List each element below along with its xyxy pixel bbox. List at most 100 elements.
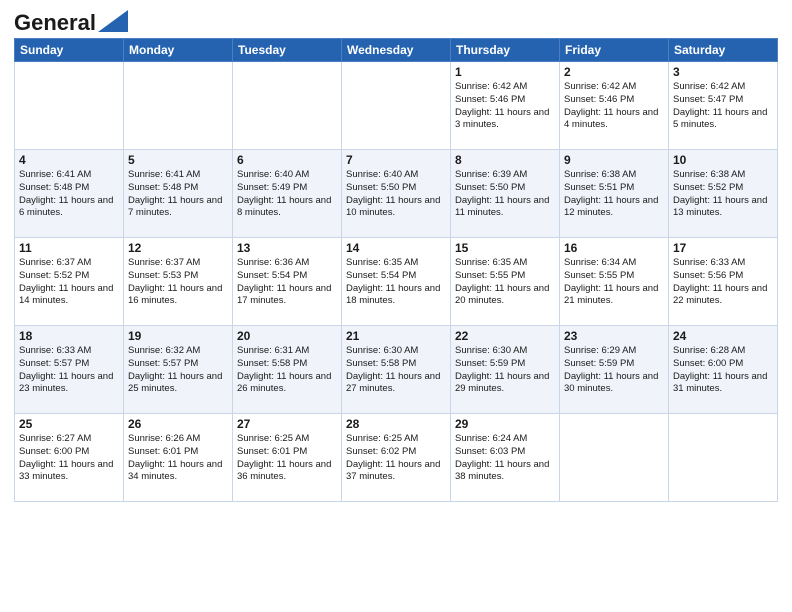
day-info: Sunrise: 6:38 AMSunset: 5:52 PMDaylight:… [673,169,773,220]
day-info: Sunrise: 6:27 AMSunset: 6:00 PMDaylight:… [19,433,119,484]
calendar-week-4: 18 Sunrise: 6:33 AMSunset: 5:57 PMDayligh… [15,326,778,414]
calendar-cell: 25 Sunrise: 6:27 AMSunset: 6:00 PMDayligh… [15,414,124,502]
day-number: 16 [564,241,664,255]
calendar-cell [669,414,778,502]
calendar-cell [15,62,124,150]
day-number: 26 [128,417,228,431]
calendar-cell: 14 Sunrise: 6:35 AMSunset: 5:54 PMDayligh… [342,238,451,326]
day-info: Sunrise: 6:30 AMSunset: 5:58 PMDaylight:… [346,345,446,396]
day-number: 9 [564,153,664,167]
day-number: 14 [346,241,446,255]
col-header-thursday: Thursday [451,39,560,62]
day-number: 8 [455,153,555,167]
day-info: Sunrise: 6:36 AMSunset: 5:54 PMDaylight:… [237,257,337,308]
calendar-week-3: 11Sunrise: 6:37 AMSunset: 5:52 PMDayligh… [15,238,778,326]
day-number: 4 [19,153,119,167]
calendar-week-2: 4 Sunrise: 6:41 AMSunset: 5:48 PMDaylight… [15,150,778,238]
day-info: Sunrise: 6:34 AMSunset: 5:55 PMDaylight:… [564,257,664,308]
calendar-cell: 23Sunrise: 6:29 AMSunset: 5:59 PMDayligh… [560,326,669,414]
calendar-cell: 11Sunrise: 6:37 AMSunset: 5:52 PMDayligh… [15,238,124,326]
day-number: 7 [346,153,446,167]
calendar-cell [560,414,669,502]
calendar-cell: 10 Sunrise: 6:38 AMSunset: 5:52 PMDayligh… [669,150,778,238]
calendar-cell: 21 Sunrise: 6:30 AMSunset: 5:58 PMDayligh… [342,326,451,414]
day-number: 5 [128,153,228,167]
day-number: 19 [128,329,228,343]
calendar-cell: 20 Sunrise: 6:31 AMSunset: 5:58 PMDayligh… [233,326,342,414]
calendar-cell: 2 Sunrise: 6:42 AMSunset: 5:46 PMDaylight… [560,62,669,150]
col-header-sunday: Sunday [15,39,124,62]
calendar-cell: 4 Sunrise: 6:41 AMSunset: 5:48 PMDaylight… [15,150,124,238]
day-number: 2 [564,65,664,79]
day-info: Sunrise: 6:41 AMSunset: 5:48 PMDaylight:… [19,169,119,220]
logo-icon [98,10,128,32]
day-number: 25 [19,417,119,431]
day-number: 6 [237,153,337,167]
calendar-cell: 6 Sunrise: 6:40 AMSunset: 5:49 PMDaylight… [233,150,342,238]
calendar-cell: 22 Sunrise: 6:30 AMSunset: 5:59 PMDayligh… [451,326,560,414]
calendar-cell: 26 Sunrise: 6:26 AMSunset: 6:01 PMDayligh… [124,414,233,502]
logo-general: General [14,10,96,36]
col-header-friday: Friday [560,39,669,62]
day-number: 12 [128,241,228,255]
day-info: Sunrise: 6:32 AMSunset: 5:57 PMDaylight:… [128,345,228,396]
day-info: Sunrise: 6:29 AMSunset: 5:59 PMDaylight:… [564,345,664,396]
day-info: Sunrise: 6:33 AMSunset: 5:57 PMDaylight:… [19,345,119,396]
day-number: 13 [237,241,337,255]
calendar-cell [124,62,233,150]
calendar-cell: 16 Sunrise: 6:34 AMSunset: 5:55 PMDayligh… [560,238,669,326]
day-info: Sunrise: 6:26 AMSunset: 6:01 PMDaylight:… [128,433,228,484]
day-number: 10 [673,153,773,167]
day-info: Sunrise: 6:24 AMSunset: 6:03 PMDaylight:… [455,433,555,484]
day-info: Sunrise: 6:25 AMSunset: 6:01 PMDaylight:… [237,433,337,484]
calendar-cell: 19 Sunrise: 6:32 AMSunset: 5:57 PMDayligh… [124,326,233,414]
col-header-monday: Monday [124,39,233,62]
day-number: 18 [19,329,119,343]
day-info: Sunrise: 6:30 AMSunset: 5:59 PMDaylight:… [455,345,555,396]
logo: General [14,10,128,30]
calendar-header-row: SundayMondayTuesdayWednesdayThursdayFrid… [15,39,778,62]
col-header-wednesday: Wednesday [342,39,451,62]
calendar-cell: 15 Sunrise: 6:35 AMSunset: 5:55 PMDayligh… [451,238,560,326]
calendar-cell: 13 Sunrise: 6:36 AMSunset: 5:54 PMDayligh… [233,238,342,326]
day-info: Sunrise: 6:37 AMSunset: 5:53 PMDaylight:… [128,257,228,308]
col-header-tuesday: Tuesday [233,39,342,62]
day-info: Sunrise: 6:41 AMSunset: 5:48 PMDaylight:… [128,169,228,220]
calendar-cell: 8 Sunrise: 6:39 AMSunset: 5:50 PMDaylight… [451,150,560,238]
calendar-cell: 29 Sunrise: 6:24 AMSunset: 6:03 PMDayligh… [451,414,560,502]
calendar-table: SundayMondayTuesdayWednesdayThursdayFrid… [14,38,778,502]
day-info: Sunrise: 6:37 AMSunset: 5:52 PMDaylight:… [19,257,119,308]
day-number: 1 [455,65,555,79]
calendar-cell: 24Sunrise: 6:28 AMSunset: 6:00 PMDayligh… [669,326,778,414]
day-info: Sunrise: 6:35 AMSunset: 5:55 PMDaylight:… [455,257,555,308]
day-info: Sunrise: 6:40 AMSunset: 5:50 PMDaylight:… [346,169,446,220]
day-number: 15 [455,241,555,255]
day-info: Sunrise: 6:35 AMSunset: 5:54 PMDaylight:… [346,257,446,308]
calendar-week-1: 1 Sunrise: 6:42 AMSunset: 5:46 PMDaylight… [15,62,778,150]
calendar-cell: 1Sunrise: 6:42 AMSunset: 5:46 PMDaylight… [451,62,560,150]
day-info: Sunrise: 6:31 AMSunset: 5:58 PMDaylight:… [237,345,337,396]
day-number: 21 [346,329,446,343]
calendar-cell: 18 Sunrise: 6:33 AMSunset: 5:57 PMDayligh… [15,326,124,414]
day-number: 28 [346,417,446,431]
calendar-cell: 17Sunrise: 6:33 AMSunset: 5:56 PMDayligh… [669,238,778,326]
day-number: 22 [455,329,555,343]
calendar-cell: 12 Sunrise: 6:37 AMSunset: 5:53 PMDayligh… [124,238,233,326]
day-number: 29 [455,417,555,431]
calendar-cell: 3Sunrise: 6:42 AMSunset: 5:47 PMDaylight… [669,62,778,150]
day-info: Sunrise: 6:28 AMSunset: 6:00 PMDaylight:… [673,345,773,396]
calendar-cell [233,62,342,150]
day-number: 20 [237,329,337,343]
calendar-cell: 28 Sunrise: 6:25 AMSunset: 6:02 PMDayligh… [342,414,451,502]
day-info: Sunrise: 6:40 AMSunset: 5:49 PMDaylight:… [237,169,337,220]
day-info: Sunrise: 6:38 AMSunset: 5:51 PMDaylight:… [564,169,664,220]
calendar-week-5: 25 Sunrise: 6:27 AMSunset: 6:00 PMDayligh… [15,414,778,502]
col-header-saturday: Saturday [669,39,778,62]
day-info: Sunrise: 6:39 AMSunset: 5:50 PMDaylight:… [455,169,555,220]
day-number: 17 [673,241,773,255]
day-number: 3 [673,65,773,79]
day-info: Sunrise: 6:25 AMSunset: 6:02 PMDaylight:… [346,433,446,484]
day-info: Sunrise: 6:42 AMSunset: 5:46 PMDaylight:… [564,81,664,132]
page-header: General [14,10,778,30]
calendar-cell [342,62,451,150]
